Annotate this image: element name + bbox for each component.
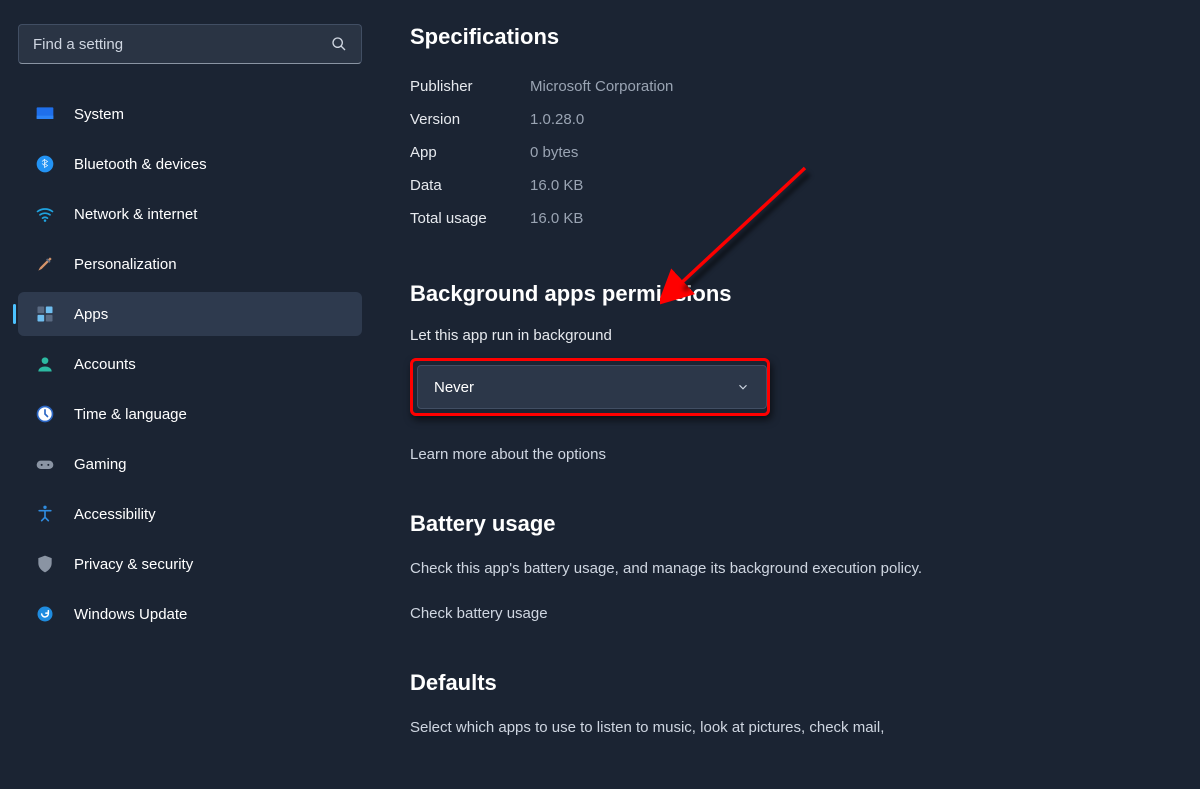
spec-row-app: App 0 bytes [410,136,1160,169]
wifi-icon [34,203,56,225]
specifications-table: Publisher Microsoft Corporation Version … [410,70,1160,235]
sidebar-item-label: Accounts [74,356,136,373]
sidebar-item-personalization[interactable]: Personalization [18,242,362,286]
spec-value: 1.0.28.0 [530,111,584,128]
gaming-icon [34,453,56,475]
sidebar-item-label: Time & language [74,406,187,423]
learn-more-link[interactable]: Learn more about the options [410,446,1160,463]
sidebar-item-bluetooth[interactable]: Bluetooth & devices [18,142,362,186]
sidebar-item-privacy[interactable]: Privacy & security [18,542,362,586]
spec-row-data: Data 16.0 KB [410,169,1160,202]
shield-icon [34,553,56,575]
apps-icon [34,303,56,325]
search-input[interactable] [33,36,331,53]
sidebar-item-time-language[interactable]: Time & language [18,392,362,436]
bluetooth-icon [34,153,56,175]
background-permissions-heading: Background apps permissions [410,281,1160,307]
accessibility-icon [34,503,56,525]
battery-usage-heading: Battery usage [410,511,1160,537]
spec-value: 0 bytes [530,144,578,161]
sidebar: System Bluetooth & devices Network & int… [0,0,380,789]
sidebar-item-label: Apps [74,306,108,323]
chevron-down-icon [736,380,750,394]
sidebar-item-network[interactable]: Network & internet [18,192,362,236]
spec-value: 16.0 KB [530,177,583,194]
spec-row-total: Total usage 16.0 KB [410,202,1160,235]
sidebar-item-label: Gaming [74,456,127,473]
sidebar-item-label: Network & internet [74,206,197,223]
spec-value: 16.0 KB [530,210,583,227]
spec-value: Microsoft Corporation [530,78,673,95]
sidebar-item-label: Windows Update [74,606,187,623]
background-run-label: Let this app run in background [410,327,1160,344]
sidebar-item-system[interactable]: System [18,92,362,136]
sidebar-item-label: Accessibility [74,506,156,523]
spec-label: Data [410,177,530,194]
spec-label: Version [410,111,530,128]
specifications-heading: Specifications [410,24,1160,50]
sidebar-item-accessibility[interactable]: Accessibility [18,492,362,536]
sidebar-nav: System Bluetooth & devices Network & int… [18,92,362,636]
search-icon [331,36,347,52]
sidebar-item-label: Privacy & security [74,556,193,573]
sidebar-item-label: System [74,106,124,123]
accounts-icon [34,353,56,375]
paintbrush-icon [34,253,56,275]
spec-label: App [410,144,530,161]
spec-row-publisher: Publisher Microsoft Corporation [410,70,1160,103]
update-icon [34,603,56,625]
background-run-dropdown[interactable]: Never [417,365,767,409]
main-content: Specifications Publisher Microsoft Corpo… [380,0,1200,789]
spec-row-version: Version 1.0.28.0 [410,103,1160,136]
dropdown-selected-value: Never [434,379,474,396]
sidebar-item-windows-update[interactable]: Windows Update [18,592,362,636]
battery-description: Check this app's battery usage, and mana… [410,557,1010,581]
clock-icon [34,403,56,425]
defaults-description: Select which apps to use to listen to mu… [410,716,1010,740]
spec-label: Total usage [410,210,530,227]
sidebar-item-label: Bluetooth & devices [74,156,207,173]
search-box[interactable] [18,24,362,64]
sidebar-item-accounts[interactable]: Accounts [18,342,362,386]
check-battery-link[interactable]: Check battery usage [410,605,1160,622]
sidebar-item-gaming[interactable]: Gaming [18,442,362,486]
highlight-annotation: Never [410,358,770,416]
spec-label: Publisher [410,78,530,95]
defaults-heading: Defaults [410,670,1160,696]
sidebar-item-label: Personalization [74,256,177,273]
system-icon [34,103,56,125]
sidebar-item-apps[interactable]: Apps [18,292,362,336]
